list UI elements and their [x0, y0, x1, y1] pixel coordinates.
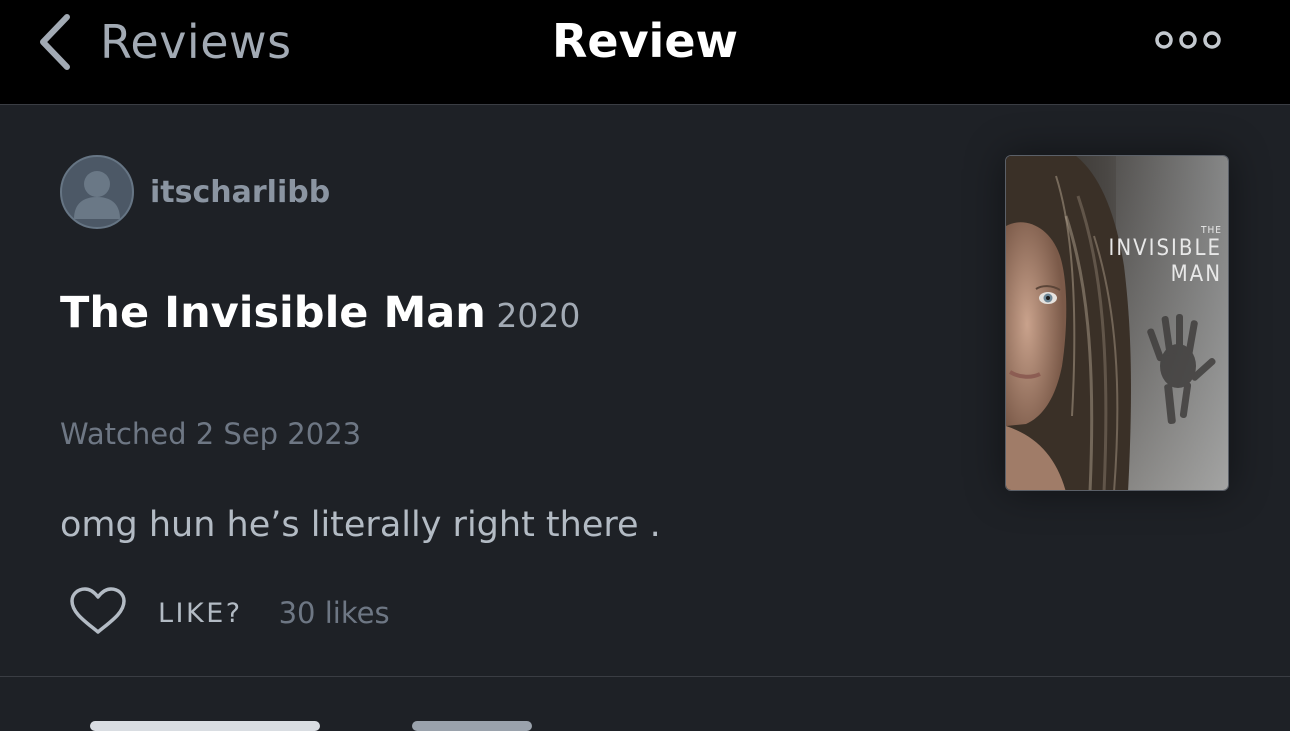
back-label: Reviews	[100, 15, 292, 69]
user-silhouette-icon	[74, 171, 120, 219]
poster-title-main: INVISIBLE	[1108, 236, 1222, 261]
poster-title: THE INVISIBLE MAN	[1108, 226, 1222, 286]
poster-title-sub: MAN	[1170, 262, 1222, 287]
film-poster[interactable]: THE INVISIBLE MAN	[1005, 155, 1229, 491]
reviewer-profile[interactable]: itscharlibb	[60, 155, 330, 229]
poster-title-small: THE	[1201, 225, 1222, 236]
review-card: itscharlibb The Invisible Man 2020 Watch…	[0, 105, 1290, 676]
poster-image	[1006, 156, 1228, 490]
chevron-left-icon	[36, 13, 72, 71]
back-button[interactable]: Reviews	[36, 12, 292, 72]
like-row: LIKE? 30 likes	[68, 586, 390, 641]
film-title[interactable]: The Invisible Man	[60, 288, 486, 338]
review-text: omg hun he’s literally right there .	[60, 505, 661, 545]
heart-icon	[68, 586, 128, 641]
like-button[interactable]: LIKE?	[68, 586, 243, 641]
more-icon	[1150, 31, 1234, 60]
next-section-shape	[90, 721, 320, 731]
reviewer-username: itscharlibb	[150, 174, 331, 210]
nav-bar: Reviews Review	[0, 0, 1290, 105]
more-button[interactable]	[1150, 24, 1234, 56]
avatar	[60, 155, 134, 229]
next-section-shape-2	[412, 721, 532, 731]
likes-count[interactable]: 30 likes	[279, 596, 390, 630]
film-heading: The Invisible Man 2020	[60, 288, 580, 338]
next-section-peek	[0, 677, 1290, 731]
watched-date: Watched 2 Sep 2023	[60, 417, 362, 451]
like-label: LIKE?	[158, 597, 243, 629]
film-year[interactable]: 2020	[496, 296, 580, 335]
